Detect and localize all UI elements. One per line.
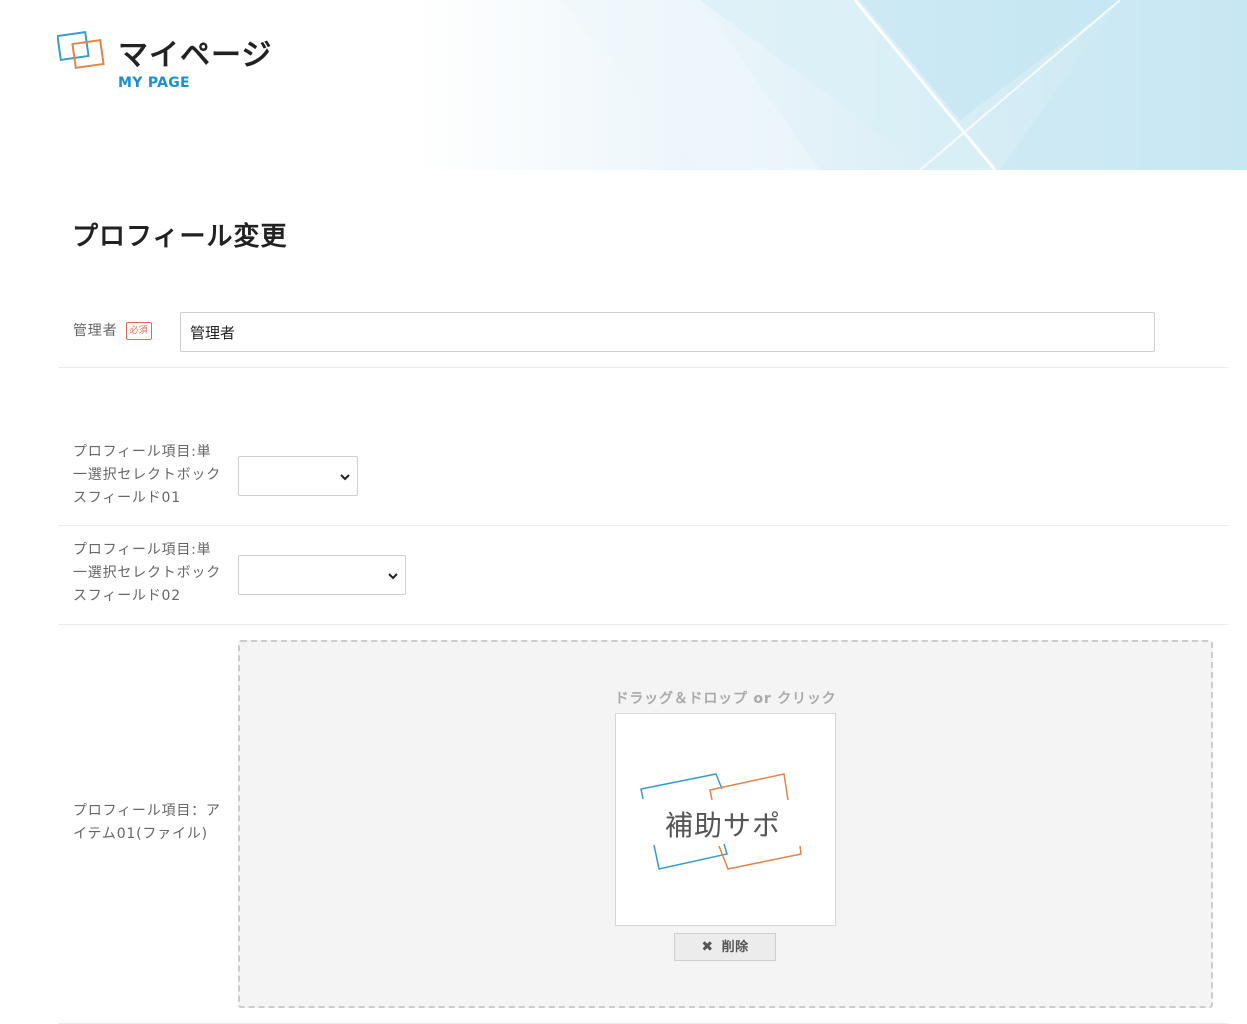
select02-label-line2: 一選択セレクトボック: [73, 565, 221, 581]
file01-label-line1: プロフィール項目：ア: [73, 803, 221, 819]
select01-dropdown[interactable]: [238, 456, 358, 496]
delete-label: 削除: [721, 940, 749, 955]
admin-label-text: 管理者: [73, 323, 118, 339]
form-row-select01: プロフィール項目:単 一選択セレクトボック スフィールド01: [58, 428, 1228, 526]
select01-label-line2: 一選択セレクトボック: [73, 467, 221, 483]
chevron-down-icon: [388, 573, 398, 580]
chevron-down-icon: [340, 474, 350, 481]
delete-file-button[interactable]: ✖ 削除: [674, 933, 776, 961]
select02-label: プロフィール項目:単 一選択セレクトボック スフィールド02: [73, 539, 221, 608]
select02-label-line3: スフィールド02: [73, 588, 181, 604]
admin-label: 管理者 必須: [73, 320, 152, 343]
file01-label-line2: イテム01(ファイル): [73, 826, 208, 842]
page-title: プロフィール変更: [72, 222, 288, 252]
site-subtitle: MY PAGE: [118, 75, 190, 91]
form-row-select02: プロフィール項目:単 一選択セレクトボック スフィールド02: [58, 526, 1228, 625]
site-title: マイページ: [118, 38, 273, 73]
file-preview-image: 補助サポ: [615, 713, 836, 926]
file-dropzone[interactable]: ドラッグ＆ドロップ or クリック 補助サポ ✖ 削除: [238, 640, 1213, 1008]
select02-label-line1: プロフィール項目:単: [73, 542, 212, 558]
select02-dropdown[interactable]: [238, 555, 406, 595]
admin-name-input[interactable]: [180, 312, 1155, 352]
close-icon: ✖: [701, 939, 714, 955]
select01-label-line1: プロフィール項目:単: [73, 444, 212, 460]
select01-label: プロフィール項目:単 一選択セレクトボック スフィールド01: [73, 441, 221, 510]
page-header: マイページ MY PAGE: [0, 0, 1247, 170]
required-badge: 必須: [125, 322, 152, 340]
dropzone-hint: ドラッグ＆ドロップ or クリック: [614, 691, 837, 707]
file01-label: プロフィール項目：ア イテム01(ファイル): [73, 800, 221, 846]
select01-label-line3: スフィールド01: [73, 490, 181, 506]
preview-logo-text: 補助サポ: [665, 809, 782, 842]
logo-icon: [57, 31, 105, 69]
